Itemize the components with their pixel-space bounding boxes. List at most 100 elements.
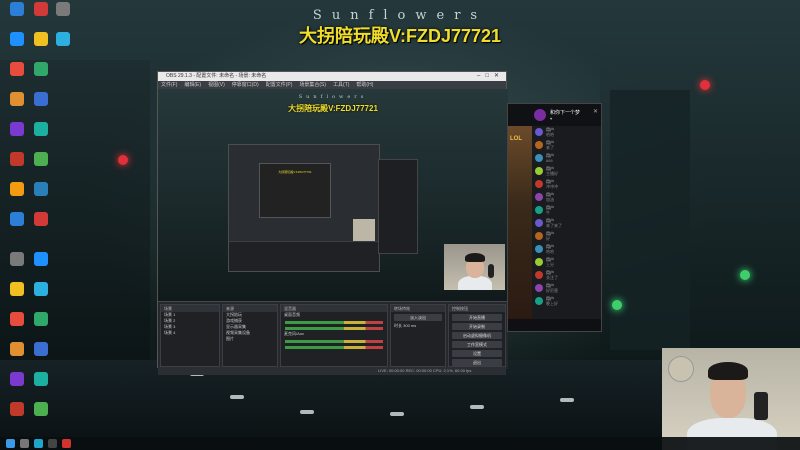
- user-avatar[interactable]: [535, 271, 543, 279]
- chat-message: 用户 来了: [532, 139, 601, 152]
- app-red-icon[interactable]: [62, 439, 71, 448]
- desktop-shortcut[interactable]: [28, 372, 54, 400]
- close-icon[interactable]: ✕: [593, 108, 598, 115]
- window-controls[interactable]: –□✕: [477, 72, 504, 81]
- control-button[interactable]: 工作室模式: [452, 341, 502, 348]
- wallpaper-title: Sunflowers: [312, 8, 488, 23]
- desktop-shortcut[interactable]: [28, 182, 54, 210]
- search-icon[interactable]: [20, 439, 29, 448]
- chat-text: 上分: [546, 262, 554, 267]
- app-icon: [34, 182, 48, 196]
- menu-item[interactable]: 帮助(H): [356, 82, 373, 88]
- desktop-shortcut[interactable]: [28, 342, 54, 370]
- user-avatar[interactable]: [535, 232, 543, 240]
- desktop-shortcut[interactable]: [28, 282, 54, 310]
- user-avatar[interactable]: [535, 128, 543, 136]
- desktop-shortcut[interactable]: [28, 152, 54, 180]
- desktop-shortcut[interactable]: [4, 32, 30, 60]
- obs-window[interactable]: OBS 29.1.3 - 配置文件: 未命名 - 场景: 未命名 –□✕ 文件(…: [157, 71, 508, 375]
- user-avatar[interactable]: [535, 284, 543, 292]
- control-button[interactable]: 启动虚拟摄像机: [452, 332, 502, 339]
- user-avatar[interactable]: [535, 154, 543, 162]
- desktop-shortcut[interactable]: [28, 312, 54, 340]
- road-light: [300, 410, 314, 414]
- live-chat-panel: 和你下一个梦 ♥ ✕ LOL 用户 哈哈 用户 来了 用户 666 用户 主播好 用户 冲冲冲 用户…: [507, 103, 602, 332]
- menu-item[interactable]: 文件(F): [161, 82, 177, 88]
- road-light: [470, 405, 484, 409]
- obs-titlebar[interactable]: OBS 29.1.3 - 配置文件: 未命名 - 场景: 未命名 –□✕: [158, 72, 506, 81]
- control-button[interactable]: 开始直播: [452, 314, 502, 321]
- chat-text: 来了来了: [546, 223, 562, 228]
- menu-item[interactable]: 工具(T): [333, 82, 349, 88]
- streamer-avatar[interactable]: [534, 109, 546, 121]
- app-icon: [34, 152, 48, 166]
- desktop-shortcut[interactable]: [28, 92, 54, 120]
- app-icon: [10, 282, 24, 296]
- desktop-shortcut[interactable]: [4, 252, 30, 280]
- game-label: LOL: [510, 136, 522, 142]
- desktop-shortcut[interactable]: [28, 212, 54, 240]
- control-button[interactable]: 退出: [452, 359, 502, 366]
- user-avatar[interactable]: [535, 141, 543, 149]
- user-avatar[interactable]: [535, 219, 543, 227]
- transition-select[interactable]: 淡入淡出: [394, 314, 442, 321]
- desktop-shortcut[interactable]: [4, 312, 30, 340]
- source-item[interactable]: 图片: [223, 336, 277, 342]
- wallpaper-banner: 大拐陪玩殿V:FZDJ77721: [298, 26, 502, 46]
- desktop-shortcut[interactable]: [4, 122, 30, 150]
- user-avatar[interactable]: [535, 245, 543, 253]
- control-button[interactable]: 设置: [452, 350, 502, 357]
- wallpaper-building-right-2: [610, 90, 690, 350]
- obs-icon[interactable]: [48, 439, 57, 448]
- edge-icon[interactable]: [34, 439, 43, 448]
- menu-item[interactable]: 编辑(E): [184, 82, 201, 88]
- nested-obs-preview: 大拐陪玩殿V:FZDJ77721: [228, 144, 380, 272]
- audio-meter[interactable]: [285, 340, 383, 343]
- control-button[interactable]: 开始录制: [452, 323, 502, 330]
- chat-message: 用户 上分: [532, 256, 601, 269]
- scene-item[interactable]: 场景 4: [161, 330, 219, 336]
- user-avatar[interactable]: [535, 167, 543, 175]
- desktop-shortcut[interactable]: [50, 2, 76, 30]
- app-icon: [10, 2, 24, 16]
- desktop-shortcut[interactable]: [4, 152, 30, 180]
- mixer-dock: 混音器 桌面音频 麦克风/Aux: [280, 304, 388, 367]
- desktop-shortcut[interactable]: [4, 282, 30, 310]
- desktop-shortcut[interactable]: [4, 182, 30, 210]
- menu-item[interactable]: 配置文件(P): [266, 82, 293, 88]
- user-avatar[interactable]: [535, 193, 543, 201]
- desktop-shortcut[interactable]: [4, 2, 30, 30]
- chat-message-list[interactable]: 用户 哈哈 用户 来了 用户 666 用户 主播好 用户 冲冲冲 用户 加油 用户牛用户 来了来了 用户好用…: [532, 126, 601, 319]
- chat-message: 用户 冲冲冲: [532, 178, 601, 191]
- app-icon: [56, 32, 70, 46]
- desktop-shortcut[interactable]: [4, 342, 30, 370]
- menu-item[interactable]: 视图(V): [208, 82, 225, 88]
- user-avatar[interactable]: [535, 297, 543, 305]
- nested-docks: [229, 241, 379, 271]
- menu-item[interactable]: 停靠窗口(D): [232, 82, 259, 88]
- desktop-shortcut[interactable]: [4, 62, 30, 90]
- desktop-shortcut[interactable]: [4, 372, 30, 400]
- desktop-shortcut[interactable]: [4, 212, 30, 240]
- user-avatar[interactable]: [535, 206, 543, 214]
- user-avatar[interactable]: [535, 180, 543, 188]
- desktop-shortcut[interactable]: [50, 32, 76, 60]
- desktop-shortcut[interactable]: [28, 252, 54, 280]
- user-avatar[interactable]: [535, 258, 543, 266]
- desktop-shortcut[interactable]: [4, 92, 30, 120]
- duration-value[interactable]: 300 ms: [403, 323, 416, 328]
- desktop-shortcut[interactable]: [28, 62, 54, 90]
- audio-meter[interactable]: [285, 327, 383, 330]
- chat-message: 用户 好厉害: [532, 282, 601, 295]
- audio-meter[interactable]: [285, 321, 383, 324]
- chat-message: 用户 主播好: [532, 165, 601, 178]
- obs-status-bar: LIVE: 00:00:00 REC: 00:00:00 CPU: 2.1%, …: [158, 367, 506, 375]
- desktop-shortcut[interactable]: [28, 402, 54, 430]
- audio-meter[interactable]: [285, 346, 383, 349]
- desktop-shortcut[interactable]: [28, 122, 54, 150]
- desktop-shortcut[interactable]: [4, 402, 30, 430]
- start-icon[interactable]: [6, 439, 15, 448]
- chat-header: 和你下一个梦 ♥ ✕: [508, 104, 601, 126]
- app-icon: [10, 92, 24, 106]
- menu-item[interactable]: 场景集合(S): [299, 82, 326, 88]
